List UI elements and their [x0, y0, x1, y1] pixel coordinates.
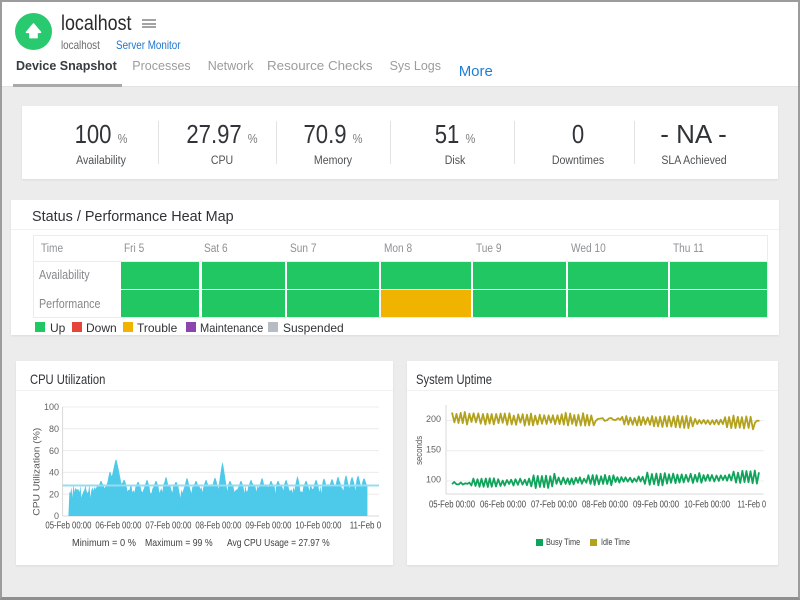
svg-text:200: 200 — [426, 414, 441, 424]
svg-text:07-Feb 00:00: 07-Feb 00:00 — [531, 500, 577, 511]
svg-text:09-Feb 00:00: 09-Feb 00:00 — [245, 521, 291, 532]
svg-text:09-Feb 00:00: 09-Feb 00:00 — [633, 500, 679, 511]
svg-text:60: 60 — [49, 446, 59, 456]
svg-text:40: 40 — [49, 468, 59, 478]
svg-text:100: 100 — [426, 475, 441, 485]
svg-text:10-Feb 00:00: 10-Feb 00:00 — [295, 521, 341, 532]
svg-text:100: 100 — [44, 402, 59, 412]
svg-text:06-Feb 00:00: 06-Feb 00:00 — [480, 500, 526, 511]
svg-text:05-Feb 00:00: 05-Feb 00:00 — [429, 500, 475, 511]
svg-text:80: 80 — [49, 424, 59, 434]
svg-text:CPU Utilization (%): CPU Utilization (%) — [32, 428, 42, 516]
svg-text:08-Feb 00:00: 08-Feb 00:00 — [195, 521, 241, 532]
svg-text:05-Feb 00:00: 05-Feb 00:00 — [45, 521, 91, 532]
svg-text:20: 20 — [49, 489, 59, 499]
svg-text:150: 150 — [426, 444, 441, 454]
svg-text:07-Feb 00:00: 07-Feb 00:00 — [145, 521, 191, 532]
svg-text:11-Feb 0: 11-Feb 0 — [738, 500, 767, 511]
svg-text:08-Feb 00:00: 08-Feb 00:00 — [582, 500, 628, 511]
svg-text:10-Feb 00:00: 10-Feb 00:00 — [684, 500, 730, 511]
svg-text:seconds: seconds — [414, 435, 424, 464]
svg-text:06-Feb 00:00: 06-Feb 00:00 — [95, 521, 141, 532]
svg-text:11-Feb 0: 11-Feb 0 — [350, 521, 382, 532]
